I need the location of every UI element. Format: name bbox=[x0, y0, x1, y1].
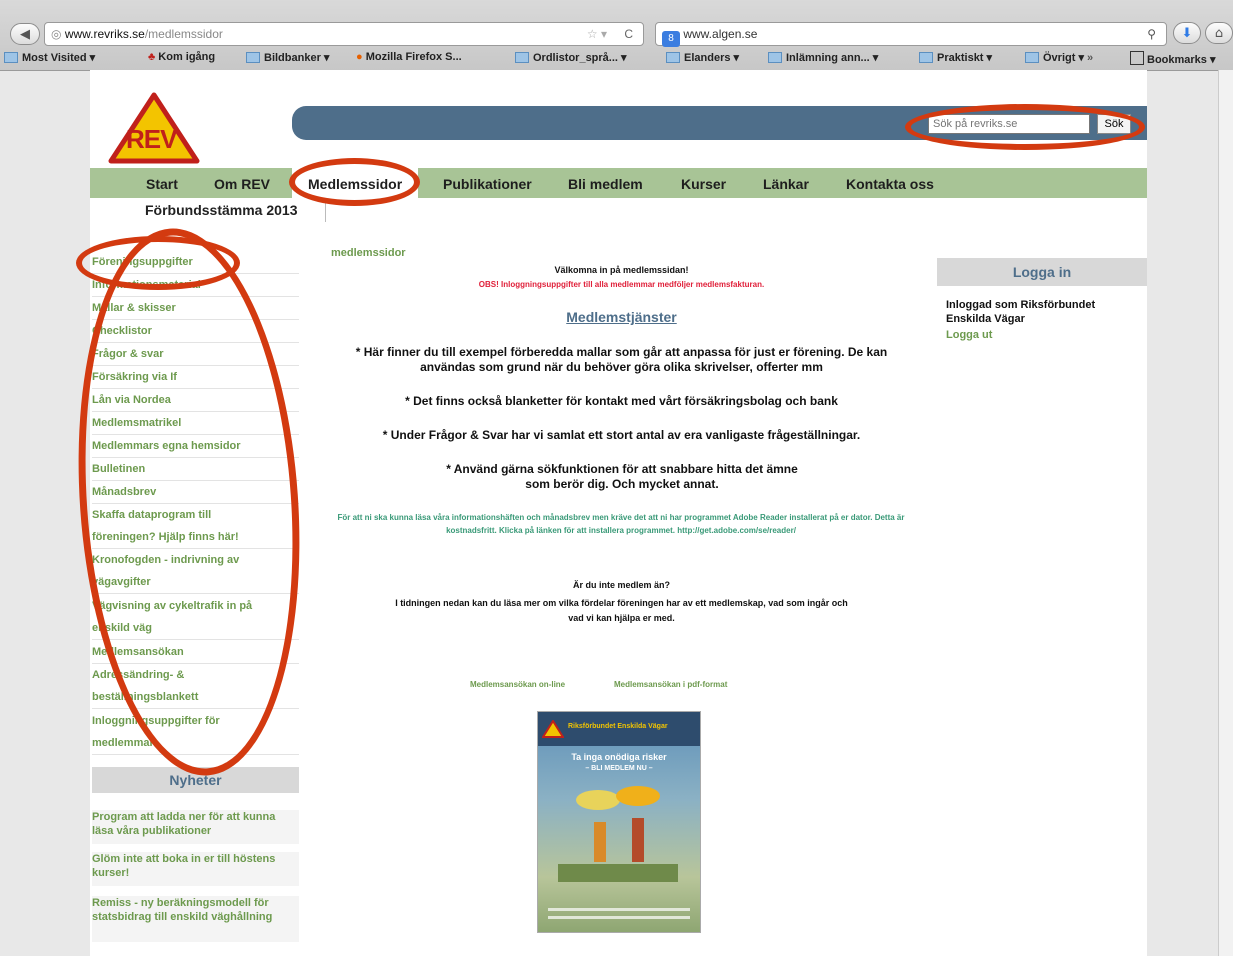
member-brochure-image[interactable]: Riksförbundet Enskilda Vägar Ta inga onö… bbox=[537, 711, 701, 933]
brochure-photo-illustration bbox=[558, 786, 678, 882]
folder-icon bbox=[666, 52, 680, 63]
bookmark-label: Övrigt bbox=[1043, 52, 1076, 64]
logout-link[interactable]: Logga ut bbox=[946, 329, 992, 341]
chevron-more-icon[interactable]: » bbox=[1087, 52, 1093, 64]
url-bar[interactable]: ◎ www.revriks.se/medlemssidor ☆ ▾ C bbox=[44, 22, 644, 46]
brochure-subtitle: – BLI MEDLEM NU – bbox=[585, 765, 653, 772]
nav-start[interactable]: Start bbox=[146, 171, 178, 197]
nav-om-rev[interactable]: Om REV bbox=[214, 171, 270, 197]
welcome-text: Välkomna in på medlemssidan! bbox=[554, 265, 689, 275]
nav-publikationer[interactable]: Publikationer bbox=[443, 171, 532, 197]
page-heading: Medlemstjänster bbox=[566, 309, 677, 325]
url-path: /medlemssidor bbox=[144, 27, 223, 41]
login-status: Inloggad som Riksförbundet Enskilda Väga… bbox=[946, 299, 1096, 325]
folder-icon bbox=[246, 52, 260, 63]
link-ansokan-online[interactable]: Medlemsansökan on-line bbox=[470, 680, 565, 689]
bookmark-elanders[interactable]: Elanders ▾ bbox=[666, 51, 739, 64]
bookmark-inlamning[interactable]: Inlämning ann... ▾ bbox=[768, 51, 878, 64]
bookmark-ovrigt[interactable]: Övrigt ▾ » bbox=[1025, 51, 1093, 64]
bookmarks-icon bbox=[1130, 51, 1144, 65]
folder-icon bbox=[515, 52, 529, 63]
nav-lankar[interactable]: Länkar bbox=[763, 171, 809, 197]
globe-icon: ◎ bbox=[51, 27, 62, 41]
paragraph-mallar: * Här finner du till exempel förberedda … bbox=[355, 345, 888, 374]
paragraph-blanketter: * Det finns också blanketter för kontakt… bbox=[405, 394, 838, 408]
bookmark-ordlistor[interactable]: Ordlistor_språ... ▾ bbox=[515, 51, 627, 64]
bookmark-label: Kom igång bbox=[158, 51, 216, 63]
bookmark-icon bbox=[4, 52, 18, 63]
home-icon[interactable]: ⌂ bbox=[1205, 22, 1233, 44]
annotation-oval-search bbox=[905, 104, 1145, 150]
reload-icon[interactable]: C bbox=[624, 23, 633, 45]
bookmark-label: Bookmarks bbox=[1147, 54, 1207, 66]
bookmark-kom-igang[interactable]: ♣ Kom igång bbox=[148, 51, 215, 63]
folder-icon bbox=[768, 52, 782, 63]
bookmark-most-visited[interactable]: Most Visited ▾ bbox=[4, 51, 95, 64]
bookmark-label: Mozilla Firefox S... bbox=[365, 51, 462, 63]
search-bar[interactable]: 8 www.algen.se ⚲ bbox=[655, 22, 1167, 47]
nav-kurser[interactable]: Kurser bbox=[681, 171, 726, 197]
bookmark-bookmarks[interactable]: Bookmarks ▾ bbox=[1130, 51, 1216, 66]
brochure-org: Riksförbundet Enskilda Vägar bbox=[568, 723, 668, 730]
bookmark-firefox[interactable]: ● Mozilla Firefox S... bbox=[356, 51, 462, 63]
bookmark-label: Bildbanker bbox=[264, 52, 321, 64]
obs-text: OBS! Inloggningsuppgifter till alla medl… bbox=[478, 280, 765, 289]
brochure-title: Ta inga onödiga risker bbox=[571, 752, 667, 762]
brochure-footer-line bbox=[548, 908, 690, 911]
url-domain: www.revriks.se bbox=[64, 27, 145, 41]
section-label: medlemssidor bbox=[331, 247, 406, 259]
bookmark-label: Inlämning ann... bbox=[786, 52, 870, 64]
scrollbar[interactable] bbox=[1218, 70, 1233, 956]
nav-kontakta-oss[interactable]: Kontakta oss bbox=[846, 171, 934, 197]
bookmark-label: Praktiskt bbox=[937, 52, 984, 64]
bookmark-praktiskt[interactable]: Praktiskt ▾ bbox=[919, 51, 992, 64]
login-title: Logga in bbox=[937, 258, 1147, 286]
nav-bli-medlem[interactable]: Bli medlem bbox=[568, 171, 643, 197]
firefox-icon: ● bbox=[356, 51, 363, 63]
brochure-footer-line bbox=[548, 916, 690, 919]
news-item-program[interactable]: Program att ladda ner för att kunna läsa… bbox=[92, 810, 299, 844]
paragraph-fragor: * Under Frågor & Svar har vi samlat ett … bbox=[382, 428, 861, 442]
news-item-kurser[interactable]: Glöm inte att boka in er till höstens ku… bbox=[92, 852, 299, 886]
adobe-text: För att ni ska kunna läsa våra informati… bbox=[337, 513, 905, 535]
bookmark-label: Elanders bbox=[684, 52, 731, 64]
back-button[interactable]: ◀ bbox=[10, 23, 40, 45]
search-engine-text: www.algen.se bbox=[683, 27, 758, 41]
folder-icon bbox=[1025, 52, 1039, 63]
annotation-oval-medlemssidor bbox=[289, 158, 420, 206]
member-info-text: I tidningen nedan kan du läsa mer om vil… bbox=[395, 598, 848, 623]
rev-icon: ♣ bbox=[148, 51, 156, 63]
news-item-remiss[interactable]: Remiss - ny beräkningsmodell för statsbi… bbox=[92, 896, 299, 942]
logo-text: REV bbox=[126, 124, 177, 154]
star-icon[interactable]: ☆ ▾ bbox=[587, 23, 607, 45]
rev-logo[interactable]: REV bbox=[108, 92, 200, 169]
search-engine-icon[interactable]: 8 bbox=[662, 31, 680, 47]
bookmark-label: Most Visited bbox=[22, 52, 87, 64]
bookmark-label: Ordlistor_språ... bbox=[533, 52, 618, 64]
not-member-text: Är du inte medlem än? bbox=[572, 580, 670, 590]
paragraph-sok: * Använd gärna sökfunktionen för att sna… bbox=[446, 462, 798, 491]
magnifier-icon[interactable]: ⚲ bbox=[1147, 23, 1156, 45]
subnav-forbundsstamma[interactable]: Förbundsstämma 2013 bbox=[145, 202, 298, 218]
download-icon[interactable]: ⬇ bbox=[1173, 22, 1201, 44]
bookmark-bildbanker[interactable]: Bildbanker ▾ bbox=[246, 51, 329, 64]
folder-icon bbox=[919, 52, 933, 63]
brochure-logo-icon bbox=[542, 720, 564, 738]
link-ansokan-pdf[interactable]: Medlemsansökan i pdf-format bbox=[614, 680, 727, 689]
